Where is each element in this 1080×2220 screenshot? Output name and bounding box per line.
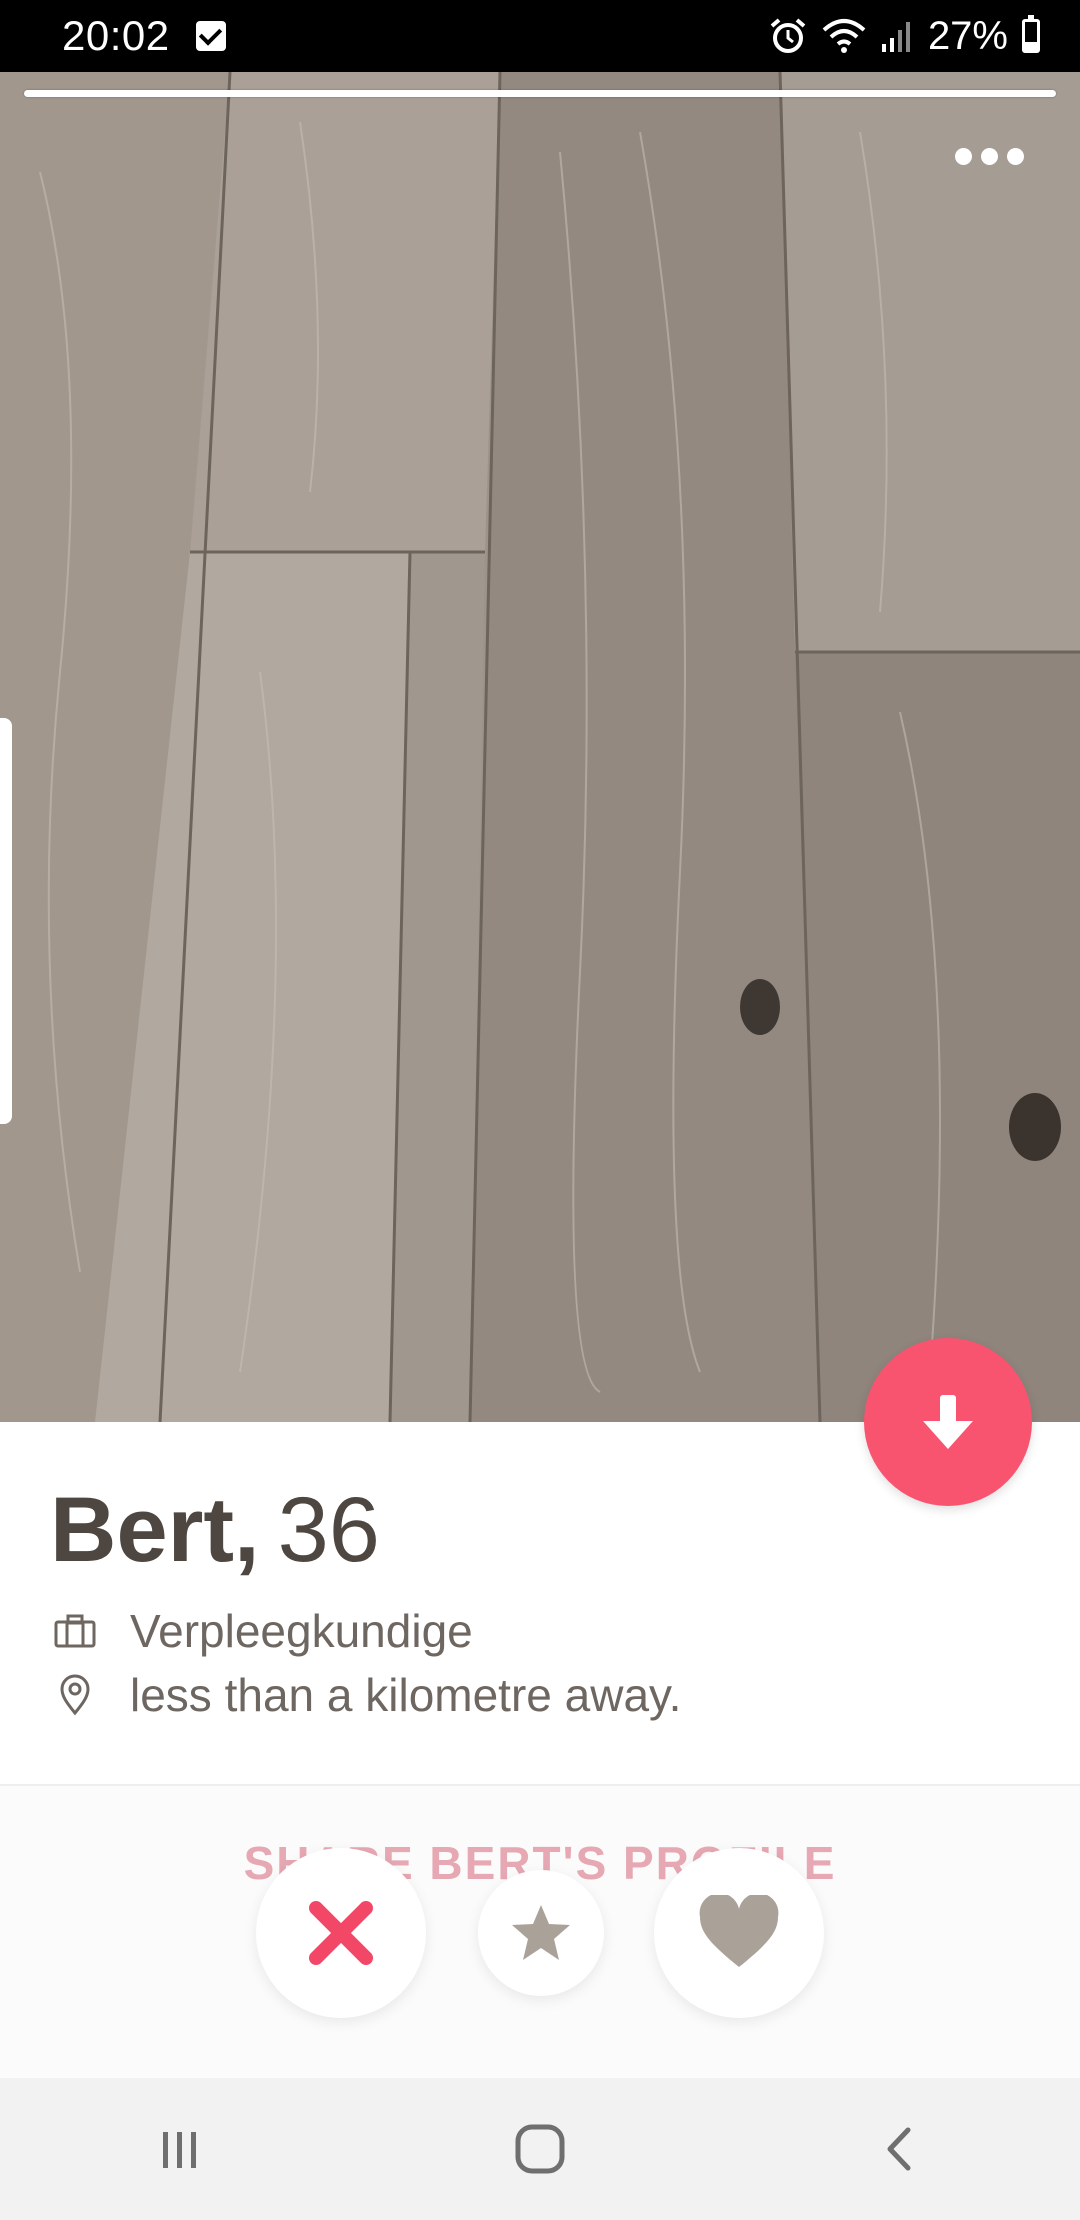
job-row: Verpleegkundige — [50, 1604, 473, 1658]
battery-icon — [1022, 15, 1040, 53]
briefcase-icon — [50, 1608, 100, 1654]
status-bar: 20:02 27% — [0, 0, 1080, 72]
checkbox-notification-icon — [195, 21, 226, 51]
super-like-button[interactable] — [478, 1870, 604, 1996]
wood-floor-image — [0, 72, 1080, 1422]
signal-icon — [881, 22, 910, 52]
wifi-icon — [822, 19, 866, 53]
heart-icon — [699, 1895, 779, 1967]
profile-name-age: Bert, 36 — [50, 1478, 380, 1583]
nope-button[interactable] — [256, 1848, 426, 2018]
recents-button[interactable] — [120, 2099, 240, 2199]
job-title: Verpleegkundige — [130, 1605, 473, 1657]
status-time: 20:02 — [62, 12, 170, 59]
photo-progress-bar — [24, 90, 1056, 97]
recents-icon — [163, 2132, 196, 2168]
profile-age: 36 — [277, 1479, 380, 1581]
location-pin-icon — [50, 1672, 100, 1718]
side-handle[interactable] — [0, 718, 12, 1124]
home-button[interactable] — [480, 2099, 600, 2199]
arrow-down-icon — [923, 1395, 973, 1449]
back-icon — [887, 2127, 911, 2171]
distance-text: less than a kilometre away. — [130, 1669, 682, 1721]
home-icon — [515, 2124, 565, 2174]
profile-photo[interactable] — [0, 72, 1080, 1422]
system-nav-bar — [0, 2078, 1080, 2220]
alarm-icon — [770, 18, 806, 53]
distance-row: less than a kilometre away. — [50, 1668, 681, 1722]
x-icon — [309, 1901, 373, 1965]
battery-percent: 27% — [927, 13, 1008, 58]
star-icon — [512, 1905, 570, 1960]
profile-name: Bert, — [50, 1479, 260, 1581]
collapse-profile-button[interactable] — [864, 1338, 1032, 1506]
back-button[interactable] — [840, 2099, 960, 2199]
status-icons: 27% — [768, 14, 1040, 59]
more-dots-icon[interactable] — [955, 148, 1024, 165]
like-button[interactable] — [654, 1848, 824, 2018]
